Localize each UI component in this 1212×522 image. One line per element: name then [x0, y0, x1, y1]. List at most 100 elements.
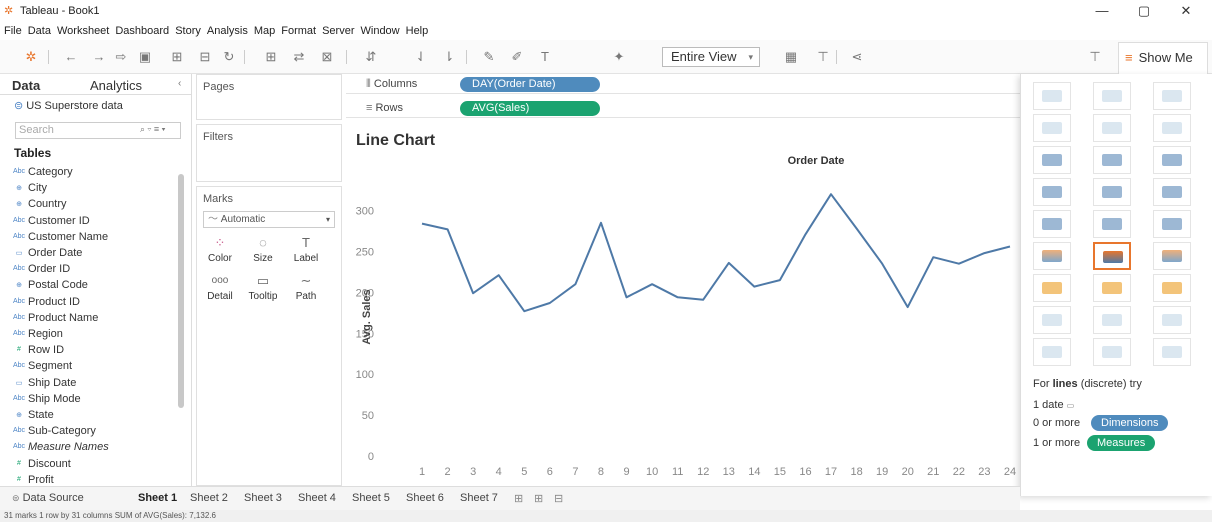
tooltip-button[interactable]: ▭ Tooltip [246, 271, 280, 307]
field-item[interactable]: ▭ Ship Date [16, 377, 77, 389]
back-icon[interactable]: ← [62, 49, 80, 65]
data-point[interactable] [905, 304, 911, 310]
mark-type-dropdown[interactable]: 〜 Automatic ▾ [203, 211, 335, 228]
field-item[interactable]: # Discount [17, 458, 71, 470]
field-item[interactable]: Abc Sub-Category [13, 425, 96, 437]
menu-file[interactable]: File [4, 25, 22, 37]
columns-shelf[interactable]: ⦀ Columns DAY(Order Date) [346, 74, 1020, 94]
data-point[interactable] [624, 294, 630, 300]
clear-sheet-icon[interactable]: ⊠ [318, 49, 336, 65]
chart-type-option[interactable] [1093, 114, 1131, 142]
data-point[interactable] [547, 300, 553, 306]
restore-button[interactable]: ▢ [1124, 2, 1164, 20]
menu-window[interactable]: Window [361, 25, 400, 37]
chart-type-option[interactable] [1033, 178, 1071, 206]
presentation-icon[interactable]: ▦ [782, 49, 800, 65]
field-item[interactable]: Abc Product ID [13, 296, 80, 308]
data-point[interactable] [956, 261, 962, 267]
chart-type-option[interactable] [1153, 114, 1191, 142]
chart-type-option[interactable] [1033, 82, 1071, 110]
data-point[interactable] [521, 308, 527, 314]
size-button[interactable]: ◌ Size [246, 233, 280, 269]
data-point[interactable] [777, 277, 783, 283]
new-worksheet-icon[interactable]: ⊞ [512, 490, 525, 507]
save-icon[interactable]: ▣ [136, 49, 154, 65]
group-icon[interactable]: ✐ [508, 49, 526, 65]
field-item[interactable]: ⊕ City [16, 182, 47, 194]
color-button[interactable]: ⁘ Color [203, 233, 237, 269]
new-story-icon[interactable]: ⊟ [552, 490, 565, 507]
chart-type-option[interactable] [1153, 210, 1191, 238]
field-item[interactable]: ▭ Order Date [16, 247, 83, 259]
field-item[interactable]: Abc Category [13, 166, 73, 178]
chart-type-option[interactable] [1153, 242, 1191, 270]
chart-type-option[interactable] [1033, 306, 1071, 334]
sort-ascending-icon[interactable]: ⇃ [412, 49, 430, 65]
data-point[interactable] [572, 281, 578, 287]
field-item[interactable]: ⊕ Postal Code [16, 279, 88, 291]
chart-type-dual-line-selected[interactable] [1093, 242, 1131, 270]
chart-type-option[interactable] [1093, 82, 1131, 110]
field-item[interactable]: Abc Measure Names [13, 441, 109, 453]
chart-type-option[interactable] [1033, 114, 1071, 142]
tab-sheet-6[interactable]: Sheet 6 [404, 490, 446, 506]
new-datasource-icon[interactable]: ⊞ [168, 49, 186, 65]
detail-button[interactable]: ooo Detail [203, 271, 237, 307]
chart-type-option[interactable] [1033, 242, 1071, 270]
label-button[interactable]: T Label [289, 233, 323, 269]
tab-sheet-2[interactable]: Sheet 2 [188, 490, 230, 506]
data-point[interactable] [981, 250, 987, 256]
undo-icon[interactable]: ↻ [220, 49, 238, 65]
menu-map[interactable]: Map [254, 25, 275, 37]
rows-shelf[interactable]: ≡ Rows AVG(Sales) [346, 98, 1020, 118]
tableau-home-icon[interactable]: ✲ [22, 49, 40, 65]
filters-shelf[interactable]: Filters [196, 124, 342, 182]
highlight-icon[interactable]: ✎ [480, 49, 498, 65]
menu-server[interactable]: Server [322, 25, 354, 37]
data-point[interactable] [1007, 244, 1013, 250]
fit-selector[interactable]: Entire View ▾ [662, 47, 760, 67]
scrollbar[interactable] [178, 174, 184, 408]
tab-analytics[interactable]: Analytics [90, 78, 142, 93]
menu-worksheet[interactable]: Worksheet [57, 25, 109, 37]
menu-help[interactable]: Help [406, 25, 429, 37]
tab-sheet-4[interactable]: Sheet 4 [296, 490, 338, 506]
data-point[interactable] [854, 226, 860, 232]
data-point[interactable] [445, 226, 451, 232]
tab-sheet-3[interactable]: Sheet 3 [242, 490, 284, 506]
chart-type-option[interactable] [1033, 274, 1071, 302]
tab-sheet-1[interactable]: Sheet 1 [136, 490, 179, 506]
field-item[interactable]: Abc Segment [13, 360, 72, 372]
data-point[interactable] [496, 272, 502, 278]
field-item[interactable]: ⊕ State [16, 409, 54, 421]
field-item[interactable]: Abc Customer Name [13, 231, 108, 243]
data-point[interactable] [700, 297, 706, 303]
menu-analysis[interactable]: Analysis [207, 25, 248, 37]
new-sheet-icon[interactable]: ⊟ [196, 49, 214, 65]
data-source-tab[interactable]: ⊜ Data Source [10, 490, 86, 506]
field-item[interactable]: Abc Order ID [13, 263, 70, 275]
menu-format[interactable]: Format [281, 25, 316, 37]
chart-type-option[interactable] [1153, 146, 1191, 174]
swap-icon[interactable]: ⇄ [290, 49, 308, 65]
chart-type-option[interactable] [1153, 306, 1191, 334]
columns-pill[interactable]: DAY(Order Date) [460, 77, 600, 92]
data-point[interactable] [802, 231, 808, 237]
menu-story[interactable]: Story [175, 25, 201, 37]
tab-sheet-7[interactable]: Sheet 7 [458, 490, 500, 506]
filter-fields-icon[interactable]: ⌕ ▿ ≡ ▾ [140, 124, 165, 135]
tab-sheet-5[interactable]: Sheet 5 [350, 490, 392, 506]
chart-type-option[interactable] [1033, 210, 1071, 238]
swap-rows-columns-icon[interactable]: ⇵ [362, 49, 380, 65]
path-button[interactable]: ∼ Path [289, 271, 323, 307]
chart-type-option[interactable] [1033, 338, 1071, 366]
data-point[interactable] [419, 221, 425, 227]
menu-dashboard[interactable]: Dashboard [115, 25, 169, 37]
chart-type-option[interactable] [1093, 274, 1131, 302]
data-point[interactable] [751, 284, 757, 290]
data-point[interactable] [675, 294, 681, 300]
chart-type-option[interactable] [1093, 210, 1131, 238]
pin-icon[interactable]: ✦ [610, 49, 628, 65]
field-item[interactable]: ⊕ Country [16, 198, 66, 210]
duplicate-icon[interactable]: ⊞ [262, 49, 280, 65]
